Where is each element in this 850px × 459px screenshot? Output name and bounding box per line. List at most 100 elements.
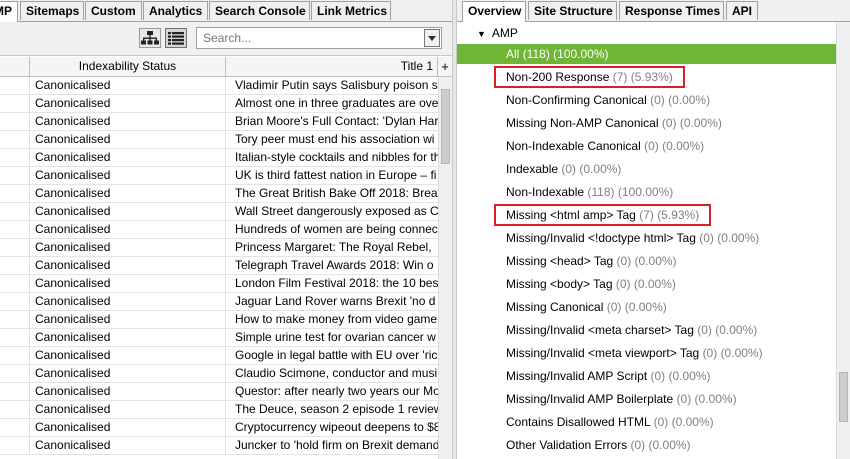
table-row[interactable]: Canonicalised Telegraph Travel Awards 201…: [0, 257, 438, 275]
tree-item[interactable]: Non-Indexable (118) (100.00%): [457, 182, 836, 202]
tree-item[interactable]: Missing/Invalid AMP Boilerplate (0) (0.0…: [457, 389, 836, 409]
title-cell: Google in legal battle with EU over 'ric: [235, 348, 438, 362]
left-panel: AMP Sitemaps Custom Analytics Search Con…: [0, 0, 452, 459]
add-column-button[interactable]: +: [438, 57, 452, 76]
table-row[interactable]: Canonicalised Cryptocurrency wipeout deep…: [0, 419, 438, 437]
table-row[interactable]: Canonicalised Brian Moore's Full Contact:…: [0, 113, 438, 131]
row-number-cell: [0, 437, 30, 454]
tree-item-count: (7) (5.93%): [639, 208, 700, 222]
row-number-cell: [0, 293, 30, 310]
table-row[interactable]: Canonicalised Italian-style cocktails and…: [0, 149, 438, 167]
left-vertical-scrollbar[interactable]: [438, 77, 452, 459]
title-cell: UK is third fattest nation in Europe – f…: [235, 168, 437, 182]
table-row[interactable]: Canonicalised Jaguar Land Rover warns Bre…: [0, 293, 438, 311]
indexability-status-cell: Canonicalised: [30, 257, 226, 274]
row-number-cell: [0, 401, 30, 418]
table-row[interactable]: Canonicalised How to make money from vide…: [0, 311, 438, 329]
overview-tree: ▼ AMP All (118) (100.00%) Non-200 Response…: [457, 22, 836, 459]
tree-item[interactable]: Indexable (0) (0.00%): [457, 159, 836, 179]
table-row[interactable]: Canonicalised London Film Festival 2018: …: [0, 275, 438, 293]
table-row[interactable]: Canonicalised Hundreds of women are being…: [0, 221, 438, 239]
collapse-arrow-icon: ▼: [477, 29, 486, 39]
right-vertical-scrollbar[interactable]: [836, 22, 850, 459]
tree-item-text: Missing <body> Tag (0) (0.00%): [506, 274, 676, 294]
tree-item[interactable]: Missing <html amp> Tag (7) (5.93%): [457, 205, 836, 225]
table-row[interactable]: Canonicalised Simple urine test for ovari…: [0, 329, 438, 347]
right-scroll-thumb[interactable]: [839, 372, 848, 422]
tree-item[interactable]: Missing/Invalid AMP Script (0) (0.00%): [457, 366, 836, 386]
tab-link-metrics[interactable]: Link Metrics: [311, 1, 391, 20]
tree-item[interactable]: Missing Canonical (0) (0.00%): [457, 297, 836, 317]
tree-item[interactable]: Non-200 Response (7) (5.93%): [457, 67, 836, 87]
title-cell: The Deuce, season 2 episode 1 review: [235, 402, 438, 416]
table-row[interactable]: Canonicalised Juncker to 'hold firm on Br…: [0, 437, 438, 455]
table-row[interactable]: Canonicalised Tory peer must end his asso…: [0, 131, 438, 149]
tab-api[interactable]: API: [726, 1, 758, 20]
tree-item-text: Contains Disallowed HTML (0) (0.00%): [506, 412, 714, 432]
tree-item-label: Contains Disallowed HTML: [506, 415, 651, 429]
tree-item-count: (0) (0.00%): [699, 231, 760, 245]
search-box: [196, 27, 442, 49]
tree-item-text: Missing/Invalid AMP Script (0) (0.00%): [506, 366, 711, 386]
column-header-indexability-status[interactable]: Indexability Status: [30, 57, 226, 76]
tree-item[interactable]: Missing/Invalid <meta viewport> Tag (0) …: [457, 343, 836, 363]
tab-custom[interactable]: Custom: [85, 1, 142, 20]
column-header-title[interactable]: Title 1: [226, 57, 438, 76]
tree-item[interactable]: All (118) (100.00%): [457, 44, 836, 64]
indexability-status-cell: Canonicalised: [30, 275, 226, 292]
list-view-button[interactable]: [165, 28, 187, 48]
tree-item-text: Indexable (0) (0.00%): [506, 159, 621, 179]
tab-sitemaps[interactable]: Sitemaps: [20, 1, 84, 20]
table-row[interactable]: Canonicalised Princess Margaret: The Roya…: [0, 239, 438, 257]
tree-item-text: All (118) (100.00%): [506, 44, 609, 64]
row-number-cell: [0, 329, 30, 346]
tree-view-button[interactable]: [139, 28, 161, 48]
tree-item-count: (0) (0.00%): [630, 438, 691, 452]
tab-amp[interactable]: AMP: [0, 1, 18, 22]
tree-section-label: AMP: [491, 26, 518, 40]
search-input[interactable]: [197, 28, 431, 48]
indexability-status-cell: Canonicalised: [30, 437, 226, 454]
tab-analytics[interactable]: Analytics: [143, 1, 208, 20]
table-row[interactable]: Canonicalised Almost one in three graduat…: [0, 95, 438, 113]
column-header-row-number[interactable]: [0, 57, 30, 76]
tree-item[interactable]: Missing/Invalid <meta charset> Tag (0) (…: [457, 320, 836, 340]
tree-item[interactable]: Missing <body> Tag (0) (0.00%): [457, 274, 836, 294]
title-cell: Hundreds of women are being connec: [235, 222, 438, 236]
tree-item-count: (7) (5.93%): [612, 70, 673, 84]
tree-item[interactable]: Contains Disallowed HTML (0) (0.00%): [457, 412, 836, 432]
table-row[interactable]: Canonicalised Google in legal battle with…: [0, 347, 438, 365]
table-row[interactable]: Canonicalised Wall Street dangerously exp…: [0, 203, 438, 221]
tree-item[interactable]: Missing/Invalid <!doctype html> Tag (0) …: [457, 228, 836, 248]
tree-item[interactable]: Missing Non-AMP Canonical (0) (0.00%): [457, 113, 836, 133]
table-row[interactable]: Canonicalised Questor: after nearly two y…: [0, 383, 438, 401]
indexability-status-cell: Canonicalised: [30, 77, 226, 94]
tree-section-amp[interactable]: ▼ AMP: [477, 24, 518, 42]
title-cell: How to make money from video game: [235, 312, 438, 326]
table-row[interactable]: Canonicalised The Deuce, season 2 episode…: [0, 401, 438, 419]
tree-item-text: Missing/Invalid <meta viewport> Tag (0) …: [506, 343, 763, 363]
tree-item[interactable]: Other Validation Errors (0) (0.00%): [457, 435, 836, 455]
tab-search-console[interactable]: Search Console: [209, 1, 310, 20]
tab-overview[interactable]: Overview: [462, 1, 526, 22]
table-row[interactable]: Canonicalised Claudio Scimone, conductor …: [0, 365, 438, 383]
search-dropdown-button[interactable]: [424, 29, 440, 47]
table-row[interactable]: Canonicalised UK is third fattest nation …: [0, 167, 438, 185]
tree-item[interactable]: Non-Confirming Canonical (0) (0.00%): [457, 90, 836, 110]
tree-item[interactable]: Missing <head> Tag (0) (0.00%): [457, 251, 836, 271]
tab-response-times[interactable]: Response Times: [619, 1, 724, 20]
tree-item-label: Missing/Invalid <meta charset> Tag: [506, 323, 694, 337]
tree-item-label: Missing Canonical: [506, 300, 604, 314]
table-row[interactable]: Canonicalised Vladimir Putin says Salisbu…: [0, 77, 438, 95]
tree-item-label: Missing Non-AMP Canonical: [506, 116, 659, 130]
left-scroll-thumb[interactable]: [441, 89, 450, 164]
tree-item-count: (0) (0.00%): [615, 277, 676, 291]
tree-item-label: Non-Confirming Canonical: [506, 93, 647, 107]
table-row[interactable]: Canonicalised The Great British Bake Off …: [0, 185, 438, 203]
tab-site-structure[interactable]: Site Structure: [528, 1, 617, 20]
title-cell: London Film Festival 2018: the 10 bes: [235, 276, 438, 290]
title-cell: Juncker to 'hold firm on Brexit demand: [235, 438, 438, 452]
tree-item[interactable]: Non-Indexable Canonical (0) (0.00%): [457, 136, 836, 156]
row-number-cell: [0, 185, 30, 202]
right-tab-bar: Overview Site Structure Response Times A…: [457, 0, 850, 22]
